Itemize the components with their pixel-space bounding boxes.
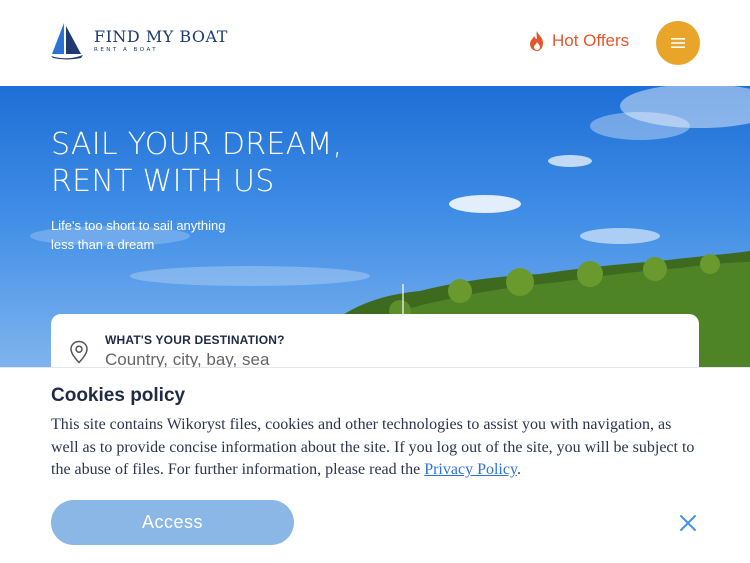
- cookies-title: Cookies policy: [51, 385, 186, 406]
- hero-subtitle-line-2: less than a dream: [51, 237, 155, 252]
- destination-label: WHAT'S YOUR DESTINATION?: [105, 333, 285, 347]
- hot-offers-label: Hot Offers: [552, 31, 630, 50]
- cookies-banner: Cookies policy This site contains Wikory…: [0, 367, 750, 563]
- site-header: FIND MY BOAT RENT A BOAT Hot Offers: [0, 0, 750, 86]
- map-pin-icon: [70, 340, 88, 364]
- cookies-text: This site contains Wikoryst files, cooki…: [51, 414, 701, 482]
- cookies-body-text: This site contains Wikoryst files, cooki…: [51, 416, 695, 478]
- hero-subtitle: Life's too short to sail anything less t…: [51, 216, 251, 254]
- menu-button[interactable]: [656, 21, 700, 65]
- hot-offers-link[interactable]: Hot Offers: [528, 30, 629, 52]
- hero-title: SAIL YOUR DREAM, RENT WITH US: [51, 126, 343, 200]
- access-button[interactable]: Access: [51, 500, 294, 545]
- hero-title-line-1: SAIL YOUR DREAM,: [51, 127, 343, 162]
- close-cookies-button[interactable]: [676, 511, 700, 535]
- hamburger-icon: [671, 38, 685, 48]
- logo[interactable]: FIND MY BOAT RENT A BOAT: [50, 22, 228, 60]
- flame-icon: [530, 31, 543, 51]
- logo-subtitle: RENT A BOAT: [94, 47, 159, 53]
- hero-title-line-2: RENT WITH US: [51, 164, 275, 199]
- cookies-text-end: .: [516, 461, 521, 478]
- logo-title: FIND MY BOAT: [94, 27, 228, 46]
- close-icon: [680, 515, 696, 531]
- hero-subtitle-line-1: Life's too short to sail anything: [51, 218, 226, 233]
- sailboat-icon: [51, 23, 83, 60]
- privacy-policy-link[interactable]: Privacy Policy: [424, 461, 517, 478]
